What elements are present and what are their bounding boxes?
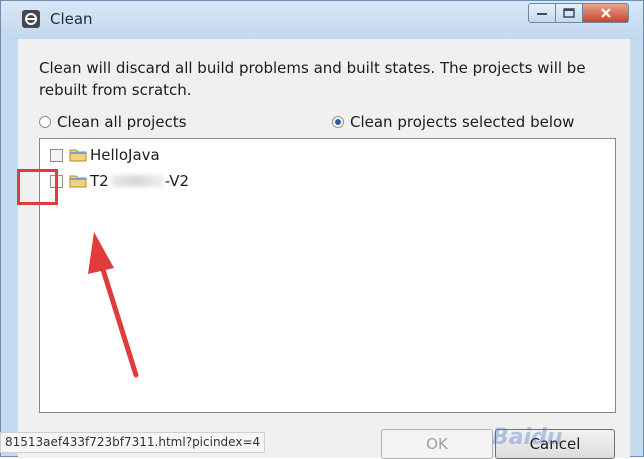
- clean-all-option[interactable]: Clean all projects: [39, 113, 187, 131]
- baidu-watermark: Baidu: [492, 425, 563, 450]
- project-name: HelloJava: [90, 146, 160, 164]
- project-folder-icon: [69, 149, 87, 162]
- project-name-suffix: -V2: [164, 172, 190, 190]
- close-icon: [600, 8, 611, 18]
- clean-selected-radio[interactable]: [332, 116, 344, 128]
- clean-selected-option[interactable]: Clean projects selected below: [332, 113, 574, 131]
- window-controls: [528, 3, 629, 23]
- clean-selected-label: Clean projects selected below: [350, 113, 575, 131]
- maximize-button[interactable]: [556, 3, 583, 23]
- close-button[interactable]: [583, 3, 629, 23]
- minimize-icon: [537, 13, 547, 15]
- window-title: Clean: [50, 10, 93, 28]
- maximize-icon: [563, 8, 575, 18]
- eclipse-icon: [22, 10, 40, 28]
- project-folder-icon: [69, 175, 87, 188]
- annotation-arrow-icon: [88, 232, 139, 378]
- annotation-highlight-box: [17, 169, 58, 205]
- clean-dialog-window: Clean Clean will discard all build probl…: [0, 0, 644, 459]
- clean-description: Clean will discard all build problems an…: [39, 59, 586, 99]
- list-item[interactable]: HelloJava: [50, 146, 160, 164]
- clean-all-label: Clean all projects: [57, 113, 187, 131]
- project-checkbox[interactable]: [50, 148, 63, 162]
- project-name-prefix: T2: [90, 172, 109, 190]
- redacted-text: [110, 175, 163, 187]
- list-item[interactable]: T2 -V2: [50, 172, 189, 190]
- title-bar[interactable]: Clean: [1, 1, 643, 39]
- clean-all-radio[interactable]: [39, 116, 51, 128]
- ok-button[interactable]: OK: [381, 429, 493, 459]
- minimize-button[interactable]: [528, 3, 556, 23]
- status-url-bar: 81513aef433f723bf7311.html?picindex=4: [0, 432, 266, 453]
